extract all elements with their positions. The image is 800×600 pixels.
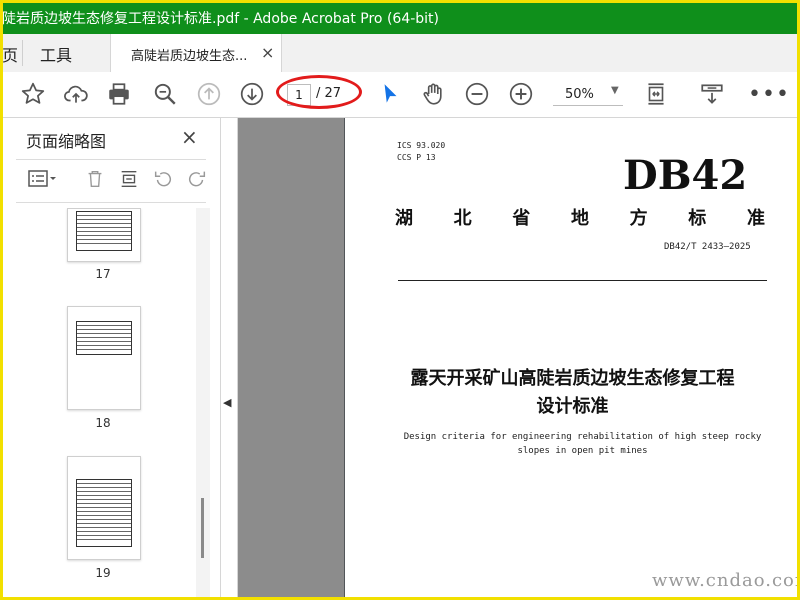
heading-char: 省 bbox=[512, 208, 531, 229]
hand-icon[interactable] bbox=[419, 80, 447, 108]
ics-ccs-codes: ICS 93.020 CCS P 13 bbox=[397, 140, 445, 164]
menu-tools[interactable]: 工具 bbox=[40, 42, 72, 66]
thumbnail-panel: 页面缩略图 × 17 18 19 bbox=[0, 118, 221, 600]
english-title-line2: slopes in open pit mines bbox=[517, 446, 648, 456]
delete-page-icon[interactable] bbox=[81, 166, 109, 192]
star-icon[interactable] bbox=[19, 80, 47, 108]
thumbnail-label: 19 bbox=[95, 566, 111, 580]
heading-char: 方 bbox=[629, 208, 648, 229]
panel-divider-2 bbox=[16, 202, 206, 203]
scrollbar-thumb[interactable] bbox=[201, 498, 204, 558]
panel-title: 页面缩略图 bbox=[26, 132, 107, 151]
collapse-left-icon[interactable]: ◀ bbox=[223, 396, 231, 409]
site-watermark: www.cndao.com bbox=[652, 570, 800, 591]
close-tab-icon[interactable]: × bbox=[261, 43, 274, 62]
select-arrow-icon[interactable] bbox=[376, 80, 404, 108]
insert-page-icon[interactable] bbox=[115, 166, 143, 192]
chevron-down-icon: ▼ bbox=[611, 85, 619, 96]
ccs-code: CCS P 13 bbox=[397, 153, 436, 162]
document-tab-label: 高陡岩质边坡生态... bbox=[131, 49, 248, 64]
heading-char: 地 bbox=[570, 208, 589, 229]
heading-char: 湖 bbox=[395, 208, 413, 229]
close-panel-icon[interactable]: × bbox=[181, 125, 198, 149]
thumbnail-options-icon[interactable] bbox=[22, 166, 62, 192]
thumbnail-list: 17 18 19 bbox=[10, 208, 206, 600]
document-tab[interactable]: 高陡岩质边坡生态... × bbox=[110, 34, 282, 73]
more-tools-icon[interactable]: ••• bbox=[748, 82, 790, 107]
print-icon[interactable] bbox=[105, 80, 133, 108]
window-title: 陡岩质边坡生态修复工程设计标准.pdf - Adobe Acrobat Pro … bbox=[2, 11, 440, 27]
horizontal-rule bbox=[398, 280, 767, 281]
page-gutter bbox=[238, 118, 344, 600]
page-up-icon[interactable] bbox=[195, 80, 223, 108]
zoom-in-icon[interactable] bbox=[507, 80, 535, 108]
menu-separator bbox=[22, 40, 23, 66]
panel-collapse-strip[interactable]: ◀ bbox=[221, 118, 238, 600]
search-zoom-icon[interactable] bbox=[151, 80, 179, 108]
zoom-out-icon[interactable] bbox=[463, 80, 491, 108]
standard-code: DB42/T 2433—2025 bbox=[664, 242, 751, 252]
thumbnail-label: 18 bbox=[95, 416, 111, 430]
panel-divider bbox=[16, 159, 206, 160]
zoom-select[interactable]: 50% ▼ bbox=[553, 85, 623, 106]
fit-page-icon[interactable] bbox=[642, 80, 670, 108]
main-toolbar: 1 / 27 50% ▼ ••• bbox=[0, 72, 800, 118]
thumbnail-scrollbar[interactable] bbox=[196, 208, 210, 600]
page-down-icon[interactable] bbox=[238, 80, 266, 108]
zoom-value: 50% bbox=[565, 87, 594, 102]
english-title: Design criteria for engineering rehabili… bbox=[385, 430, 780, 458]
rotate-left-icon[interactable] bbox=[149, 166, 177, 192]
menu-home-partial[interactable]: 页 bbox=[2, 42, 18, 66]
ics-code: ICS 93.020 bbox=[397, 141, 446, 150]
english-title-line1: Design criteria for engineering rehabili… bbox=[403, 432, 762, 442]
document-title-line1: 露天开采矿山高陡岩质边坡生态修复工程 bbox=[410, 368, 735, 389]
document-view: ◀ ICS 93.020 CCS P 13 DB42 湖 北 省 地 方 标 准… bbox=[221, 118, 800, 600]
page-thumbnail-18[interactable] bbox=[67, 306, 141, 410]
page-thumbnail-19[interactable] bbox=[67, 456, 141, 560]
cloud-upload-icon[interactable] bbox=[62, 80, 90, 108]
pdf-page: ICS 93.020 CCS P 13 DB42 湖 北 省 地 方 标 准 D… bbox=[345, 118, 800, 600]
highlight-annotation bbox=[276, 75, 362, 109]
page-thumbnail-17[interactable] bbox=[67, 208, 141, 262]
standard-logo-text: DB42 bbox=[623, 152, 748, 199]
rotate-right-icon[interactable] bbox=[183, 166, 211, 192]
province-standard-heading: 湖 北 省 地 方 标 准 bbox=[395, 204, 765, 230]
heading-char: 标 bbox=[688, 208, 707, 229]
heading-char: 准 bbox=[746, 208, 765, 229]
document-title-line2: 设计标准 bbox=[536, 396, 609, 417]
heading-char: 北 bbox=[453, 208, 472, 229]
thumbnail-label: 17 bbox=[95, 267, 111, 281]
menu-tab-bar: 页 工具 高陡岩质边坡生态... × bbox=[0, 34, 800, 73]
title-bar: 陡岩质边坡生态修复工程设计标准.pdf - Adobe Acrobat Pro … bbox=[0, 0, 800, 34]
scroll-mode-icon[interactable] bbox=[698, 80, 726, 108]
